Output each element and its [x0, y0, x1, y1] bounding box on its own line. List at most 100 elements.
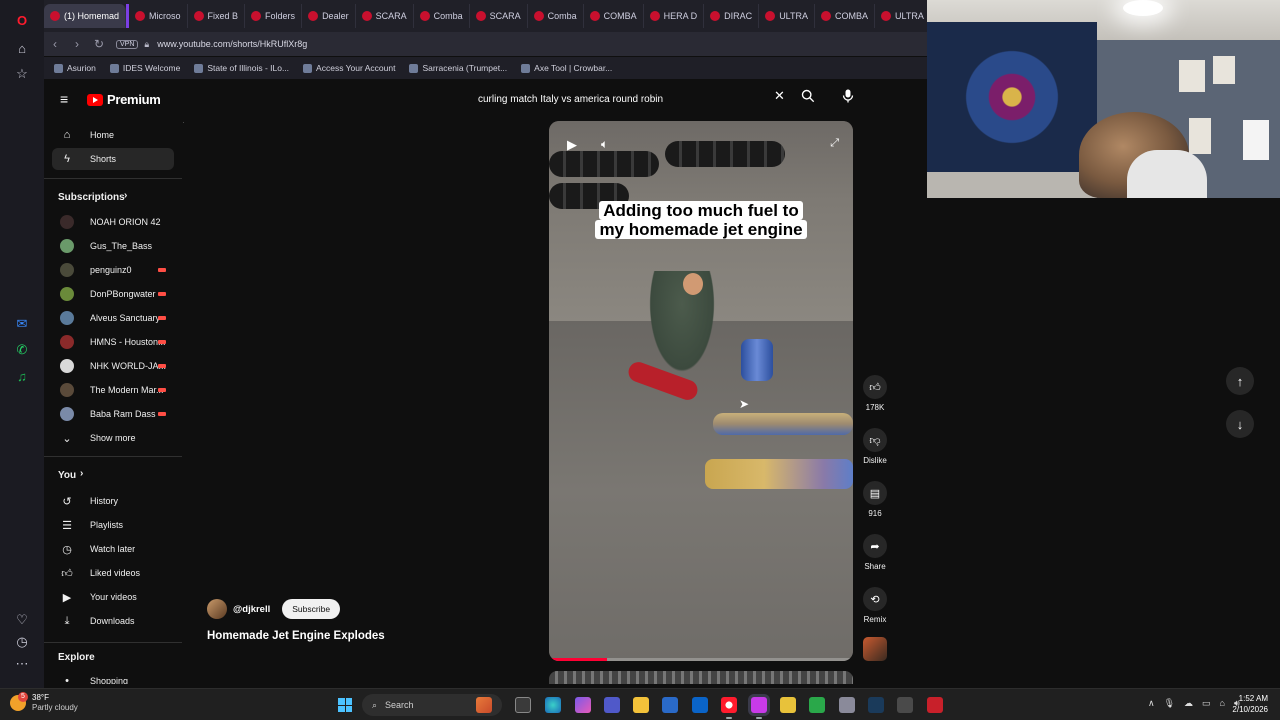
remix-button[interactable]: ⟲ Remix [862, 587, 888, 624]
sidebar-scroll-up-icon[interactable]: ▲ [182, 118, 184, 125]
subscriptions-heading[interactable]: Subscriptions [58, 192, 125, 203]
sidebar-item-subscription[interactable]: Baba Ram Dass [52, 403, 174, 425]
channel-name[interactable]: @djkrell [233, 604, 270, 615]
bookmark-item[interactable]: Axe Tool | Crowbar... [521, 63, 612, 73]
copilot-icon[interactable] [575, 697, 591, 713]
sidebar-item-liked-videos[interactable]: 👍︎ Liked videos [52, 562, 174, 584]
teams-icon[interactable] [604, 697, 620, 713]
next-short-preview[interactable] [549, 671, 853, 684]
clear-search-icon[interactable]: ✕ [774, 88, 785, 104]
outlook-icon[interactable] [692, 697, 708, 713]
like-button[interactable]: 👍︎ 178K [862, 375, 888, 412]
channel-avatar[interactable] [207, 599, 227, 619]
youtube-logo[interactable]: Premium [87, 92, 161, 107]
chevron-right-icon[interactable]: › [124, 190, 127, 201]
sidebar-item-home[interactable]: ⌂ Home [52, 124, 174, 146]
volume-icon[interactable]: 🔈︎ [601, 137, 608, 152]
sidebar-item-subscription[interactable]: penguinz0 [52, 259, 174, 281]
forward-icon[interactable]: › [66, 37, 88, 51]
back-icon[interactable]: ‹ [44, 37, 66, 51]
browser-tab[interactable]: Dealer [302, 4, 356, 28]
windows-start-icon[interactable] [338, 698, 352, 712]
messenger-icon[interactable]: ✉ [14, 316, 30, 332]
sidebar-item-subscription[interactable]: Alveus Sanctuary [52, 307, 174, 329]
next-short-button[interactable]: ↓ [1226, 410, 1254, 438]
sidebar-item-show-more[interactable]: ⌄ Show more [52, 427, 174, 449]
file-explorer-icon[interactable] [633, 697, 649, 713]
chevron-right-icon[interactable]: › [80, 468, 83, 479]
bookmark-item[interactable]: Asurion [54, 63, 96, 73]
search-icon[interactable] [801, 89, 815, 103]
url-field[interactable]: www.youtube.com/shorts/HkRUflXr8g [157, 39, 307, 49]
you-heading[interactable]: You [58, 470, 76, 481]
microphone-icon[interactable] [840, 88, 856, 104]
sidebar-item-shopping[interactable]: • Shopping [52, 670, 174, 684]
share-button[interactable]: ➦ Share [862, 534, 888, 571]
browser-tab[interactable]: Comba [528, 4, 584, 28]
whatsapp-icon[interactable]: ✆ [14, 342, 30, 358]
browser-tab[interactable]: (1) Homemad [44, 4, 127, 28]
sidebar-item-subscription[interactable]: The Modern Mar... [52, 379, 174, 401]
bookmark-item[interactable]: State of Illinois - ILo... [194, 63, 289, 73]
sidebar-item-subscription[interactable]: DonPBongwater [52, 283, 174, 305]
dislike-button[interactable]: 👎︎ Dislike [862, 428, 888, 465]
sidebar-item-your-videos[interactable]: ▶ Your videos [52, 586, 174, 608]
taskbar-clock[interactable]: 1:52 AM 2/10/2026 [1226, 693, 1268, 715]
fullscreen-icon[interactable]: ⤢ [830, 137, 839, 150]
browser-tab[interactable]: SCARA [470, 4, 528, 28]
play-icon[interactable]: ▶ [567, 137, 577, 153]
edge-icon[interactable] [545, 697, 561, 713]
subscribe-button[interactable]: Subscribe [282, 599, 341, 619]
widget-app-icon[interactable] [476, 697, 492, 713]
tray-cloud-icon[interactable]: ☁︎ [1184, 698, 1193, 709]
bookmark-item[interactable]: Sarracenia (Trumpet... [409, 63, 507, 73]
taskbar-app-icon[interactable] [897, 697, 913, 713]
menu-icon[interactable]: ≡ [60, 92, 72, 106]
short-title[interactable]: Homemade Jet Engine Explodes [207, 630, 385, 642]
tray-overflow-icon[interactable]: ∧ [1148, 698, 1155, 709]
sidebar-item-playlists[interactable]: ☰ Playlists [52, 514, 174, 536]
short-video-player[interactable]: Adding too much fuel to my homemade jet … [549, 121, 853, 661]
browser-tab[interactable]: HERA D [644, 4, 705, 28]
spotify-icon[interactable]: ♫ [14, 368, 30, 384]
tray-display-icon[interactable]: ▭ [1202, 698, 1211, 709]
previous-short-button[interactable]: ↑ [1226, 367, 1254, 395]
sidebar-item-shorts[interactable]: ϟ Shorts [52, 148, 174, 170]
browser-tab[interactable]: Comba [414, 4, 470, 28]
excel-icon[interactable] [809, 697, 825, 713]
opera-icon[interactable] [721, 697, 737, 719]
browser-tab[interactable]: COMBA [584, 4, 644, 28]
browser-tab[interactable]: Fixed B [188, 4, 246, 28]
sidebar-item-downloads[interactable]: ⤓ Downloads [52, 610, 174, 632]
sidebar-item-subscription[interactable]: Gus_The_Bass [52, 235, 174, 257]
video-progress-bar[interactable] [549, 658, 853, 661]
weather-widget[interactable]: 5 38°F Partly cloudy [10, 692, 78, 713]
sidebar-item-watch-later[interactable]: ◷ Watch later [52, 538, 174, 560]
vpn-badge[interactable]: VPN [116, 39, 139, 49]
browser-tab[interactable]: ULTRA [759, 4, 816, 28]
more-panel-icon[interactable]: ⋯ [14, 656, 30, 672]
history-panel-icon[interactable]: ◷ [14, 634, 30, 650]
opera-logo-icon[interactable]: O [14, 12, 30, 28]
browser-tab[interactable]: DIRAC [704, 4, 760, 28]
sidebar-item-subscription[interactable]: HMNS - Houston... [52, 331, 174, 353]
taskbar-app-icon[interactable] [927, 697, 943, 713]
sidebar-item-history[interactable]: ↺ History [52, 490, 174, 512]
browser-tab[interactable]: ULTRA [875, 4, 927, 28]
browser-tab[interactable]: Folders [245, 4, 303, 28]
home-panel-icon[interactable]: ⌂ [14, 40, 30, 56]
search-input[interactable]: curling match Italy vs america round rob… [466, 86, 796, 112]
steam-icon[interactable] [868, 697, 884, 713]
notes-app-icon[interactable] [780, 697, 796, 713]
browser-tab[interactable]: COMBA [815, 4, 876, 28]
bookmark-item[interactable]: Access Your Account [303, 63, 395, 73]
sidebar-item-subscription[interactable]: NOAH ORION 42 [52, 211, 174, 233]
task-view-icon[interactable] [515, 697, 531, 713]
bookmarks-panel-icon[interactable]: ☆ [14, 66, 30, 82]
browser-tab[interactable]: Microso [126, 4, 188, 28]
store-icon[interactable] [662, 697, 678, 713]
tray-mic-icon[interactable]: 🎙︎ [1164, 698, 1175, 709]
browser-tab[interactable]: SCARA [356, 4, 414, 28]
reload-icon[interactable]: ↻ [88, 37, 110, 51]
opera-gx-icon[interactable] [751, 697, 767, 719]
